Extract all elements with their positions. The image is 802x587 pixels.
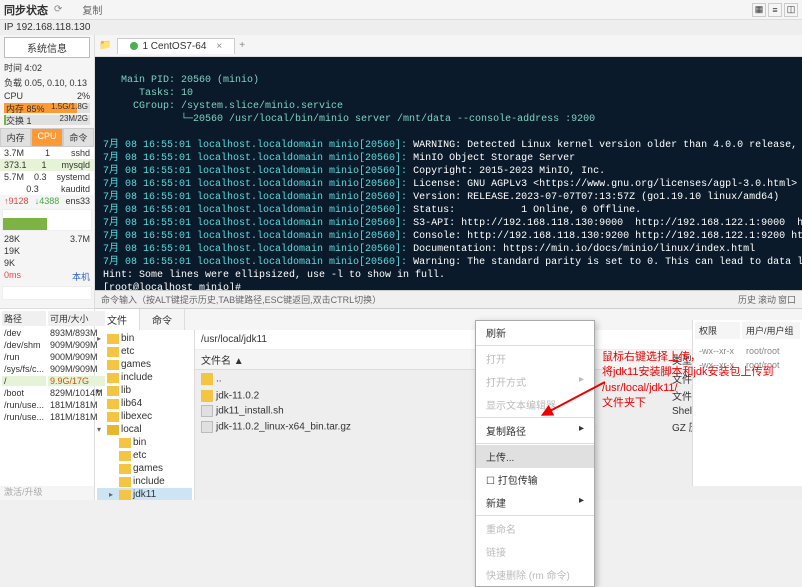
fm-tab-cmd[interactable]: 命令 bbox=[140, 309, 185, 330]
top-toolbar: 同步状态 ⟳ 复制 ▦ ≡ ◫ bbox=[0, 0, 802, 20]
copy-link[interactable]: 复制 bbox=[82, 2, 102, 17]
terminal-footer: 命令输入（按ALT键提示历史,TAB键路径,ESC键返回,双击CTRL切换） 历… bbox=[95, 290, 802, 308]
window-link[interactable]: 窗口 bbox=[778, 293, 796, 306]
stat-load: 负载 0.05, 0.10, 0.13 bbox=[0, 75, 94, 90]
tab-cpu[interactable]: CPU bbox=[31, 128, 62, 147]
context-menu[interactable]: 刷新 打开 打开方式▸ 显示文本编辑器 复制路径▸ 上传... ☐ 打包传输 新… bbox=[475, 320, 595, 587]
ctx-new[interactable]: 新建▸ bbox=[476, 491, 594, 514]
annotation-text: 鼠标右键选择上传， 将jdk11安装脚本和jdk安装包上传到 /usr/loca… bbox=[602, 350, 774, 412]
terminal[interactable]: Main PID: 20560 (minio) Tasks: 10 CGroup… bbox=[95, 57, 802, 290]
swap-bar: 交换 123M/2G bbox=[4, 115, 90, 125]
stat-time: 时间 4:02 bbox=[0, 60, 94, 75]
activate-link[interactable]: 激活/升级 bbox=[0, 483, 47, 500]
history-link[interactable]: 历史 bbox=[738, 293, 756, 306]
ip-line: IP 192.168.118.130 bbox=[0, 20, 802, 35]
status-dot-icon bbox=[130, 42, 138, 50]
net-graph bbox=[2, 209, 92, 231]
ctx-qdel: 快速删除 (rm 命令) bbox=[476, 563, 594, 586]
tab-header: 📁 1 CentOS7-64× + bbox=[95, 35, 802, 57]
ctx-open: 打开 bbox=[476, 347, 594, 370]
session-tab[interactable]: 1 CentOS7-64× bbox=[117, 38, 235, 54]
layout-icon-2[interactable]: ≡ bbox=[768, 3, 782, 17]
ctx-rename: 重命名 bbox=[476, 517, 594, 540]
disk-table: 路径可用/大小 /dev893M/893M /dev/shm909M/909M … bbox=[0, 309, 107, 424]
close-icon[interactable]: × bbox=[216, 41, 222, 52]
scroll-link[interactable]: 滚动 bbox=[758, 293, 776, 306]
ctx-pkgupload[interactable]: ☐ 打包传输 bbox=[476, 468, 594, 491]
refresh-icon[interactable]: ⟳ bbox=[54, 4, 62, 15]
folder-tree[interactable]: ▸bin etc games include ▸lib lib64 libexe… bbox=[95, 330, 195, 500]
process-list: 3.7M1sshd 373.11mysqld 5.7M0.3systemd 0.… bbox=[0, 147, 94, 195]
ctx-refresh[interactable]: 刷新 bbox=[476, 321, 594, 344]
layout-icon-1[interactable]: ▦ bbox=[752, 3, 766, 17]
ctx-link: 链接 bbox=[476, 540, 594, 563]
red-arrow-icon bbox=[540, 380, 610, 420]
ctx-copypath[interactable]: 复制路径▸ bbox=[476, 419, 594, 442]
mem-bar: 内存 85%1.5G/1.8G bbox=[4, 103, 90, 113]
system-info-button[interactable]: 系统信息 bbox=[4, 37, 90, 58]
folder-icon[interactable]: 📁 bbox=[99, 40, 111, 51]
sync-status: 同步状态 bbox=[4, 2, 48, 18]
add-tab-icon[interactable]: + bbox=[239, 40, 245, 51]
tab-cmd[interactable]: 命令 bbox=[63, 128, 94, 147]
ctx-upload[interactable]: 上传... bbox=[476, 445, 594, 468]
layout-icon-3[interactable]: ◫ bbox=[784, 3, 798, 17]
tab-mem[interactable]: 内存 bbox=[0, 128, 31, 147]
